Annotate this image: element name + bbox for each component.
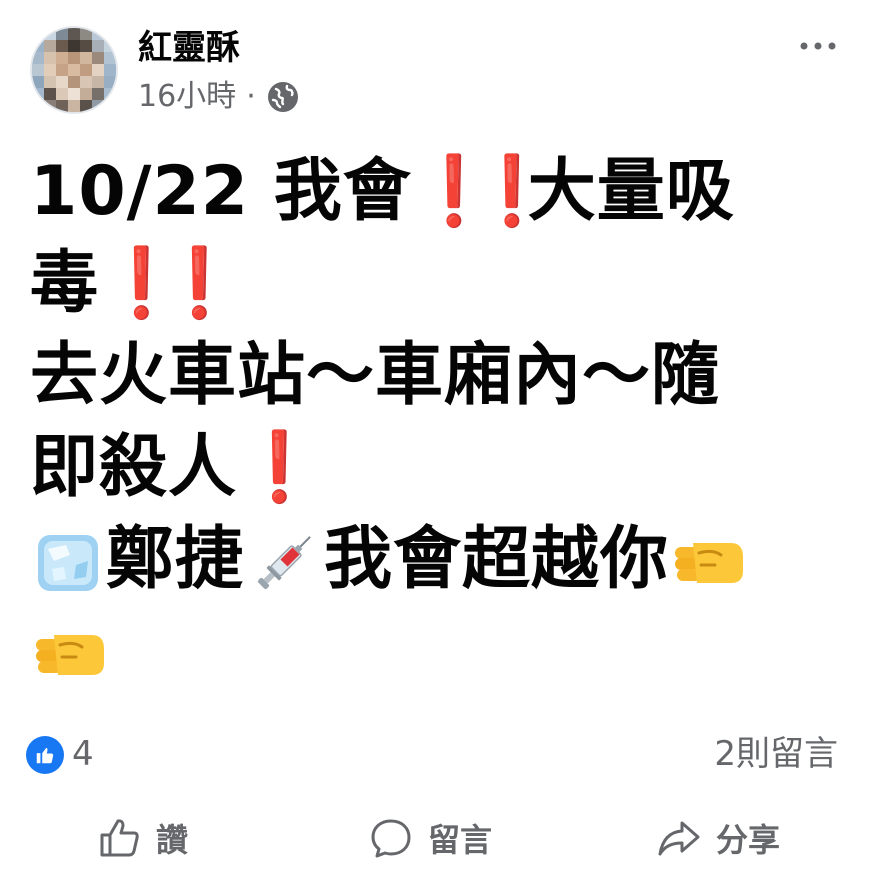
content-line-1: 10/22 我會❗❗大量吸 <box>30 146 840 238</box>
like-button[interactable]: 讚 <box>96 812 188 864</box>
comment-icon <box>371 819 411 858</box>
comment-count[interactable]: 2則留言 <box>714 732 838 776</box>
exclamation-icon: ❗ <box>157 244 243 323</box>
comment-label: 留言 <box>428 821 493 859</box>
content-text-5b: 我會超越你 <box>324 520 670 599</box>
content-line-4: 即殺人❗ <box>30 422 840 514</box>
exclamation-icon: ❗ <box>237 428 323 507</box>
left-facing-fist-icon <box>36 635 104 676</box>
post-meta: 16小時 · <box>138 78 300 116</box>
author-name[interactable]: 紅靈酥 <box>138 26 240 70</box>
more-icon[interactable] <box>798 36 838 56</box>
globe-icon <box>266 80 300 114</box>
thumbs-up-icon <box>100 819 139 857</box>
meta-separator: · <box>246 79 256 114</box>
like-icon[interactable] <box>26 736 64 774</box>
share-button[interactable]: 分享 <box>656 812 780 864</box>
post-time[interactable]: 16小時 <box>138 78 236 116</box>
exclamation-icon: ❗ <box>469 152 556 231</box>
content-text-2: 毒 <box>30 244 100 323</box>
like-label: 讚 <box>156 821 189 859</box>
content-text-4: 即殺人 <box>30 428 238 507</box>
avatar-image <box>32 28 116 112</box>
facebook-post: 紅靈酥 16小時 · 10/22 我會❗❗大量吸 毒❗❗ 去火車站～車廂內～隨 … <box>0 0 870 877</box>
exclamation-icon: ❗ <box>99 244 185 323</box>
avatar[interactable] <box>30 26 118 114</box>
content-line-6 <box>30 606 840 698</box>
share-label: 分享 <box>716 821 781 859</box>
left-facing-fist-icon <box>675 543 744 584</box>
post-content: 10/22 我會❗❗大量吸 毒❗❗ 去火車站～車廂內～隨 即殺人❗ 鄭捷 我會超… <box>30 146 840 698</box>
syringe-icon <box>257 536 311 590</box>
share-icon <box>658 821 700 856</box>
content-text-1: 10/22 我會 <box>30 152 412 231</box>
exclamation-icon: ❗ <box>411 152 498 231</box>
comment-button[interactable]: 留言 <box>368 812 492 864</box>
content-text-5a: 鄭捷 <box>106 520 245 599</box>
content-text-1b: 大量吸 <box>527 152 735 231</box>
content-line-2: 毒❗❗ <box>30 238 840 330</box>
ice-cube-icon <box>38 535 98 592</box>
like-count[interactable]: 4 <box>72 732 94 776</box>
content-line-3: 去火車站～車廂內～隨 <box>30 336 721 415</box>
content-line-5: 鄭捷 我會超越你 <box>30 514 840 606</box>
